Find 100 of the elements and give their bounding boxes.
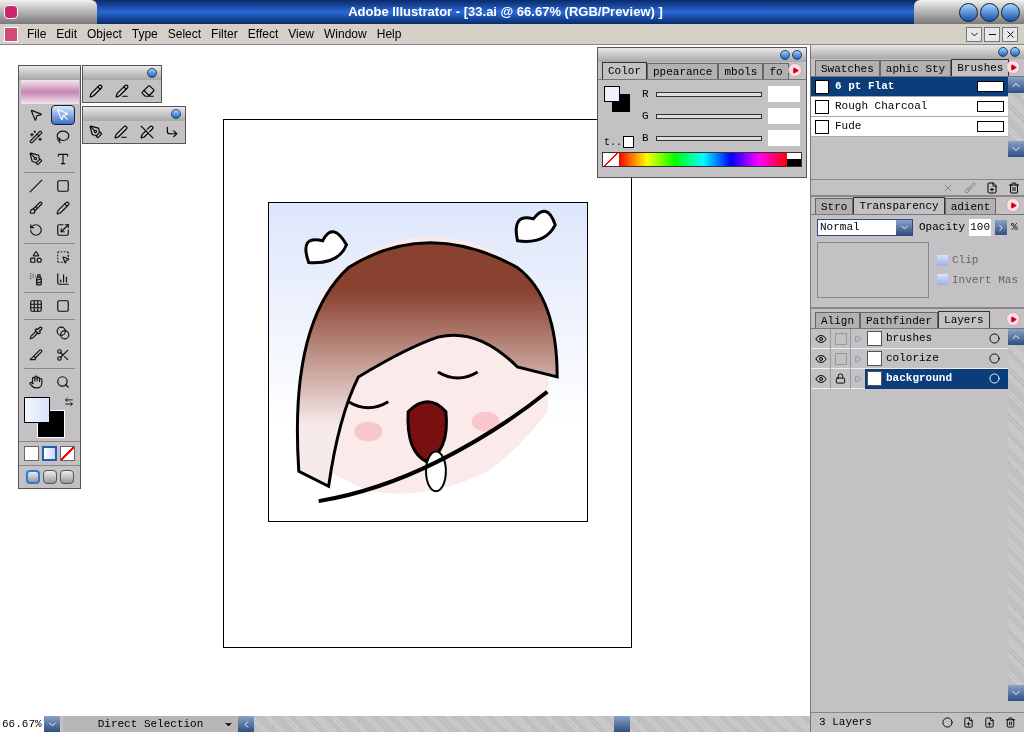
panel-button[interactable] [147, 68, 157, 78]
new-layer-icon[interactable] [984, 717, 995, 728]
channel-slider[interactable] [656, 91, 762, 97]
panel-tab[interactable]: mbols [718, 63, 764, 79]
clipping-mask-icon[interactable] [942, 717, 953, 728]
checkbox-label: Invert Mas [952, 272, 1018, 288]
pen-line-icon[interactable] [114, 125, 129, 139]
opacity-arrow-button[interactable] [995, 220, 1008, 235]
menu-item[interactable]: Help [371, 25, 407, 43]
current-tool-dropdown[interactable]: Direct Selection [63, 716, 238, 732]
panel-tab[interactable]: Stro [815, 198, 854, 214]
minimize-button[interactable] [959, 2, 978, 22]
eye-icon [814, 372, 827, 385]
panel-menu-button[interactable] [788, 63, 802, 77]
magic-wand-icon [29, 130, 43, 144]
panel-button[interactable] [171, 109, 181, 119]
channel-value-field[interactable] [768, 108, 800, 124]
line-icon [29, 179, 43, 193]
menu-item[interactable]: View [283, 25, 320, 43]
blend-mode-dropdown[interactable]: Normal [817, 219, 913, 236]
panel-tab[interactable]: fo [763, 63, 789, 79]
panel-tab[interactable]: aphic Sty [879, 60, 952, 76]
panel-tab[interactable]: Color [602, 62, 647, 79]
channel-slider[interactable] [656, 135, 762, 141]
panel-menu-button[interactable] [1006, 198, 1020, 212]
scroll-thumb[interactable] [614, 716, 630, 732]
screen-mode-button[interactable] [42, 470, 57, 484]
channel-slider[interactable] [656, 113, 762, 119]
fill-mode-button[interactable] [42, 446, 57, 461]
panel-tab[interactable]: Layers [938, 311, 990, 328]
pen-off-icon[interactable] [139, 125, 154, 139]
layer-thumbnail [867, 371, 882, 386]
panel-tab[interactable]: Transparency [853, 197, 945, 214]
panel-tab[interactable]: ppearance [647, 63, 719, 79]
channel-value-field[interactable] [768, 130, 800, 146]
minimize-button[interactable] [984, 26, 1000, 42]
menu-item[interactable]: Edit [51, 25, 83, 43]
fill-mode-button[interactable] [24, 446, 39, 461]
opacity-label: Opacity [919, 220, 966, 236]
layer-row[interactable]: brushes [865, 328, 1008, 349]
menu-item[interactable]: Select [162, 25, 207, 43]
maximize-button[interactable] [980, 2, 999, 22]
trash-icon[interactable] [1005, 717, 1016, 728]
panel-tab[interactable]: Align [815, 312, 860, 328]
menu-item[interactable]: File [22, 25, 52, 43]
close-button[interactable] [1001, 2, 1020, 22]
restore-button[interactable] [966, 26, 982, 42]
menu-item[interactable]: Effect [242, 25, 284, 43]
hand-icon [29, 375, 43, 389]
eraser-icon[interactable] [141, 84, 155, 98]
channel-value-field[interactable] [768, 86, 800, 102]
zoom-dropdown-button[interactable] [44, 716, 60, 732]
knife-icon [29, 348, 43, 362]
brush-row[interactable]: Fude [811, 117, 1008, 137]
checkbox[interactable] [937, 274, 948, 286]
layer-row[interactable]: colorize [865, 348, 1008, 369]
brush-icon [815, 79, 829, 94]
menu-item[interactable]: Type [126, 25, 163, 43]
trash-icon[interactable] [1008, 181, 1020, 194]
menu-item[interactable]: Object [82, 25, 127, 43]
swatch-box[interactable] [623, 136, 634, 148]
menu-item[interactable]: Window [319, 25, 372, 43]
panel-tab[interactable]: Swatches [815, 60, 880, 76]
new-brush-icon[interactable] [986, 181, 998, 194]
menu-item[interactable]: Filter [206, 25, 243, 43]
panel-menu-button[interactable] [1006, 60, 1020, 74]
brush-row[interactable]: Rough Charcoal [811, 97, 1008, 117]
swap-icon[interactable] [63, 397, 74, 407]
panel-tab[interactable]: Pathfinder [860, 312, 939, 328]
opacity-field[interactable]: 100 [969, 219, 992, 236]
target-icon[interactable] [989, 333, 1000, 344]
close-button[interactable] [1002, 26, 1018, 42]
checkbox[interactable] [937, 254, 948, 266]
color-spectrum[interactable] [602, 152, 802, 167]
fill-stroke-swatches[interactable] [604, 86, 630, 112]
screen-mode-button[interactable] [59, 470, 74, 484]
bar-chart-icon [56, 272, 70, 286]
swap-label: t.. [604, 138, 622, 148]
corner-icon[interactable] [165, 125, 180, 139]
pencil-line-icon[interactable] [115, 84, 129, 98]
panel-menu-button[interactable] [1006, 312, 1020, 326]
panel-tab[interactable]: Brushes [951, 59, 1010, 76]
fill-mode-button[interactable] [60, 446, 75, 461]
pen-icon[interactable] [88, 125, 103, 139]
scroll-left-button[interactable] [238, 716, 254, 732]
palette-title-bar [19, 66, 80, 80]
brush-row[interactable]: 6 pt Flat [811, 77, 1008, 97]
target-icon[interactable] [989, 353, 1000, 364]
layer-row[interactable]: background [865, 368, 1008, 389]
brush-stroke-preview [977, 81, 1004, 92]
tool-button[interactable] [51, 105, 75, 125]
pencil-icon[interactable] [89, 84, 103, 98]
zoom-level: 66.67% [0, 716, 44, 732]
dashed-square-pointer-icon [56, 250, 70, 264]
pencil-icon [56, 201, 70, 215]
panel-tab[interactable]: adient [944, 198, 997, 214]
new-sublayer-icon[interactable] [963, 717, 974, 728]
fill-stroke-swatches[interactable] [23, 397, 64, 437]
eyedropper-icon [29, 326, 43, 340]
screen-mode-button[interactable] [25, 470, 40, 484]
